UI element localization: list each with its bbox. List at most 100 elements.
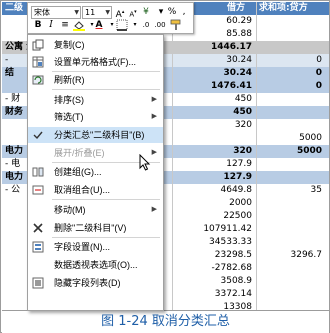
menu-item-label: 字段设置(N)...: [54, 242, 110, 252]
menu-item[interactable]: 取消组合(U)...: [28, 182, 163, 198]
row-label: - 财: [5, 94, 21, 104]
credit-value: 3296.7: [290, 250, 323, 260]
menu-separator: [52, 237, 160, 238]
chevron-down-icon: ▼: [74, 9, 79, 16]
debit-value: 30.24: [223, 68, 252, 78]
credit-value: 0: [315, 81, 322, 91]
menu-item-label: 数据透视表选项(O)...: [54, 260, 138, 270]
ungroup-icon: [32, 184, 44, 196]
font-size-value: 11: [85, 8, 96, 17]
row-label: 电力: [5, 172, 24, 182]
mini-toolbar: 宋体 ▼ 11 ▼ A▴ A▾ ¥ ▾ % , B I ≡ ▾ A ▾ ▾ .0…: [27, 2, 194, 34]
credit-value: 35: [310, 185, 322, 195]
credit-value: 0: [315, 68, 322, 78]
percent-icon[interactable]: %: [166, 6, 178, 18]
debit-value: -2782.68: [211, 263, 252, 273]
row-label: 结: [5, 68, 15, 78]
debit-value: 320: [233, 146, 252, 156]
row-label: 电力: [5, 146, 24, 156]
header-col-debit: 借方: [227, 3, 246, 13]
row-label: - 公: [5, 185, 21, 195]
align-icon[interactable]: ≡: [59, 19, 71, 31]
menu-item[interactable]: 数据透视表选项(O)...: [28, 257, 163, 273]
format-painter-icon[interactable]: [170, 19, 182, 31]
menu-item-label: 展开/折叠(E): [54, 148, 105, 158]
credit-value: 5000: [299, 133, 322, 143]
row-label: - 电: [5, 159, 21, 169]
bold-icon[interactable]: B: [32, 19, 44, 31]
menu-separator: [52, 199, 160, 200]
context-menu: 复制(C) 设置单元格格式(F)... 刷新(R) 排序(S) ▶ 筛选(T) ▶ 分类汇总"…: [27, 34, 164, 311]
debit-value: 85.88: [226, 29, 252, 39]
menu-item[interactable]: 移动(M) ▶: [28, 202, 163, 218]
debit-value: 450: [234, 94, 252, 104]
column-divider: [172, 2, 173, 310]
menu-item-label: 复制(C): [54, 40, 85, 50]
decrease-font-icon[interactable]: A▾: [127, 6, 139, 18]
italic-icon[interactable]: I: [45, 19, 57, 31]
menu-item[interactable]: 刷新(R): [28, 72, 163, 88]
field-settings-icon: [32, 241, 44, 253]
font-size-select[interactable]: 11 ▼: [82, 6, 112, 19]
mouse-cursor-icon: [139, 154, 151, 171]
figure-frame: 二级 借方 求和项:贷方 60.29 85.88 公寓 汇总 1446.17-30.2…: [0, 0, 330, 333]
menu-item[interactable]: 隐藏字段列表(D): [28, 275, 163, 291]
debit-value: 1476.41: [211, 81, 252, 91]
submenu-arrow-icon: ▶: [151, 113, 157, 120]
header-col-credit: 求和项:贷方: [259, 3, 308, 13]
debit-value: 320: [234, 120, 252, 130]
header-col-a: 二级: [5, 3, 24, 13]
credit-value: 0: [316, 55, 322, 65]
menu-item[interactable]: 筛选(T) ▶: [28, 109, 163, 125]
font-name-select[interactable]: 宋体 ▼: [31, 6, 81, 19]
delete-x-icon: [32, 222, 44, 234]
debit-value: 4649.8: [220, 185, 253, 195]
comma-icon[interactable]: ,: [178, 6, 190, 18]
copy-icon: [32, 39, 44, 51]
submenu-arrow-icon: ▶: [151, 149, 157, 156]
debit-value: 127.9: [223, 172, 252, 182]
menu-item-label: 移动(M): [54, 205, 86, 215]
menu-item-label: 删除"二级科目"(V): [54, 223, 127, 233]
menu-item-label: 隐藏字段列表(D): [54, 278, 121, 288]
menu-item-label: 筛选(T): [54, 112, 84, 122]
decrease-decimal-icon[interactable]: .00: [154, 19, 166, 31]
menu-item[interactable]: 删除"二级科目"(V): [28, 220, 163, 236]
menu-item-label: 排序(S): [54, 95, 84, 105]
fill-color-icon[interactable]: [73, 19, 85, 31]
debit-value: 450: [233, 107, 252, 117]
checkmark-icon: [32, 129, 44, 141]
menu-item[interactable]: 复制(C): [28, 37, 163, 53]
group-icon: [32, 166, 44, 178]
submenu-arrow-icon: ▶: [151, 206, 157, 213]
debit-value: 3508.9: [220, 276, 253, 286]
currency-icon[interactable]: ¥: [140, 6, 152, 18]
column-divider: [256, 2, 257, 310]
menu-separator: [52, 89, 160, 90]
menu-item[interactable]: 分类汇总"二级科目"(B): [28, 127, 163, 143]
debit-value: 127.9: [226, 159, 252, 169]
debit-value: 13308: [223, 302, 252, 310]
menu-item[interactable]: 设置单元格格式(F)...: [28, 54, 163, 70]
borders-icon[interactable]: [116, 19, 128, 31]
increase-font-icon[interactable]: A▴: [114, 6, 126, 20]
font-name-value: 宋体: [34, 8, 50, 17]
debit-value: 2000: [229, 198, 252, 208]
field-list-icon: [32, 277, 44, 289]
debit-value: 30.24: [226, 55, 252, 65]
menu-item-label: 刷新(R): [54, 75, 85, 85]
increase-decimal-icon[interactable]: .0: [140, 19, 152, 31]
font-color-icon[interactable]: A: [93, 19, 105, 31]
refresh-icon: [32, 74, 44, 86]
format-cells-icon: [32, 56, 44, 68]
debit-value: 22500: [223, 211, 252, 221]
menu-item-label: 取消组合(U)...: [54, 185, 110, 195]
row-label: 财务: [5, 107, 24, 117]
debit-value: 107911.42: [203, 224, 252, 234]
debit-value: 60.29: [226, 16, 252, 26]
menu-item[interactable]: 排序(S) ▶: [28, 92, 163, 108]
menu-item[interactable]: 字段设置(N)...: [28, 239, 163, 255]
figure-caption: 图 1-24 取消分类汇总: [2, 310, 329, 333]
credit-value: 5000: [296, 146, 322, 156]
menu-item-label: 创建组(G)...: [54, 167, 102, 177]
